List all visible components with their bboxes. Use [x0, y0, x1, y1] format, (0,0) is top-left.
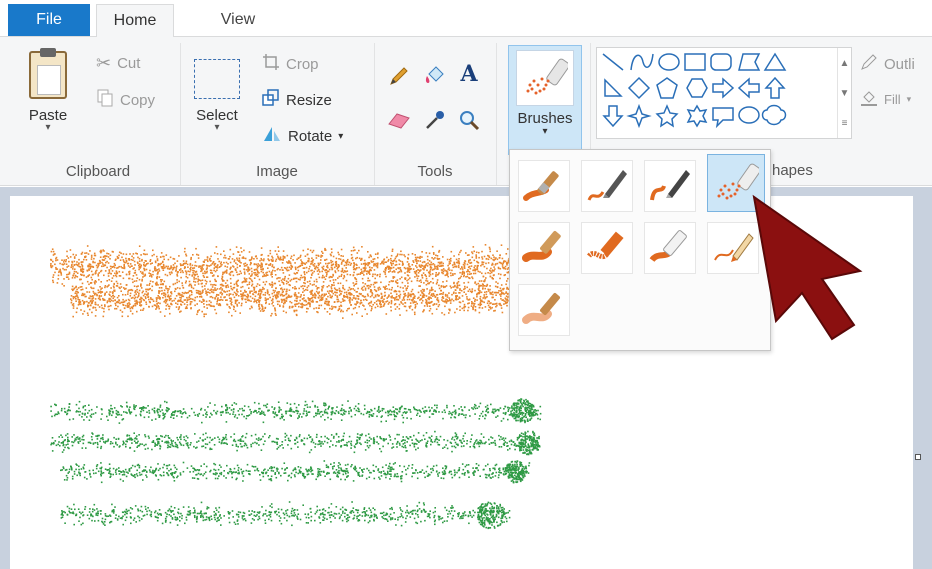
brush-option-watercolor[interactable]	[518, 284, 570, 336]
brushes-dropdown-menu	[509, 149, 771, 351]
paste-button[interactable]: Paste ▾	[20, 48, 76, 133]
eraser-icon[interactable]	[386, 107, 412, 133]
clipboard-group-label: Clipboard	[65, 163, 131, 180]
calligraphy-pen-icon	[587, 170, 627, 201]
select-rectangle-icon	[194, 59, 240, 99]
brush-option-marker[interactable]	[644, 222, 696, 274]
brush-option-crayon[interactable]	[581, 222, 633, 274]
select-button[interactable]: Select ▾	[190, 59, 244, 133]
fill-icon	[860, 89, 878, 110]
crop-label: Crop	[286, 55, 319, 73]
spray-stroke	[60, 460, 531, 484]
group-separator	[374, 43, 375, 185]
tab-view[interactable]: View	[188, 4, 288, 36]
scroll-down-icon[interactable]: ▼	[840, 88, 850, 99]
text-icon[interactable]: A	[456, 61, 482, 87]
paintbrush-icon	[523, 171, 559, 201]
spray-stroke	[50, 398, 542, 424]
scroll-up-icon[interactable]: ▲	[840, 58, 850, 69]
spray-stroke	[50, 244, 512, 290]
rotate-dropdown-arrow[interactable]: ▾	[338, 131, 343, 142]
fill-dropdown-arrow[interactable]: ▾	[907, 94, 912, 105]
brush-option-calligraphy-2[interactable]	[644, 160, 696, 212]
fill-bucket-icon[interactable]	[422, 63, 448, 89]
ribbon-tab-bar: File Home View	[0, 0, 932, 37]
rotate-button[interactable]: Rotate ▾	[262, 125, 343, 147]
group-separator	[180, 43, 181, 185]
brushes-button[interactable]: Brushes ▾	[508, 45, 582, 155]
color-picker-icon[interactable]	[422, 107, 448, 133]
copy-icon	[96, 89, 114, 111]
resize-icon	[262, 89, 280, 111]
brush-option-oil[interactable]	[518, 222, 570, 274]
tools-group-label: Tools	[417, 163, 453, 180]
select-dropdown-arrow[interactable]: ▾	[214, 123, 219, 133]
calligraphy-pen-icon	[650, 170, 690, 201]
outline-icon	[860, 53, 878, 75]
oil-brush-icon	[522, 231, 561, 262]
brushes-label: Brushes	[517, 110, 573, 127]
watercolor-brush-icon	[522, 293, 560, 324]
canvas-resize-handle[interactable]	[915, 454, 921, 460]
shapes-gallery-icons[interactable]	[597, 48, 837, 138]
cut-label: Cut	[117, 55, 141, 72]
shapes-gallery-scrollbar[interactable]: ▲ ▼ ≡	[837, 48, 851, 138]
copy-label: Copy	[120, 91, 156, 109]
fill-label: Fill	[884, 92, 901, 107]
group-separator	[496, 43, 497, 185]
brush-option-brush[interactable]	[518, 160, 570, 212]
outline-button[interactable]: Outli	[860, 53, 915, 75]
brush-option-calligraphy-1[interactable]	[581, 160, 633, 212]
resize-label: Resize	[286, 91, 332, 109]
gallery-expand-icon[interactable]: ≡	[842, 118, 848, 129]
pointer-arrow-icon	[752, 194, 863, 341]
crop-icon	[262, 53, 280, 75]
magnifier-icon[interactable]	[456, 107, 482, 133]
spray-stroke	[60, 501, 511, 530]
resize-button[interactable]: Resize	[262, 89, 332, 111]
airbrush-icon	[516, 50, 574, 106]
paste-dropdown-arrow[interactable]: ▾	[45, 123, 50, 133]
crop-button[interactable]: Crop	[262, 53, 319, 75]
cut-button[interactable]: ✂ Cut	[96, 53, 140, 74]
outline-label: Outli	[884, 55, 915, 73]
image-group-label: Image	[256, 163, 298, 180]
scissors-icon: ✂	[96, 53, 112, 73]
shapes-gallery: ▲ ▼ ≡	[596, 47, 852, 139]
tab-file[interactable]: File	[8, 4, 90, 36]
rotate-label: Rotate	[288, 127, 333, 145]
spray-stroke	[50, 430, 541, 456]
copy-button[interactable]: Copy	[96, 89, 155, 111]
fill-button[interactable]: Fill ▾	[860, 89, 911, 110]
clipboard-icon	[29, 48, 67, 99]
rotate-icon	[262, 125, 282, 147]
crayon-icon	[587, 231, 624, 260]
pencil-icon[interactable]	[386, 63, 412, 89]
tab-home[interactable]: Home	[96, 4, 174, 37]
marker-icon	[649, 230, 687, 263]
shapes-group-label: hapes	[772, 162, 813, 179]
brushes-dropdown-arrow[interactable]: ▾	[542, 127, 547, 137]
